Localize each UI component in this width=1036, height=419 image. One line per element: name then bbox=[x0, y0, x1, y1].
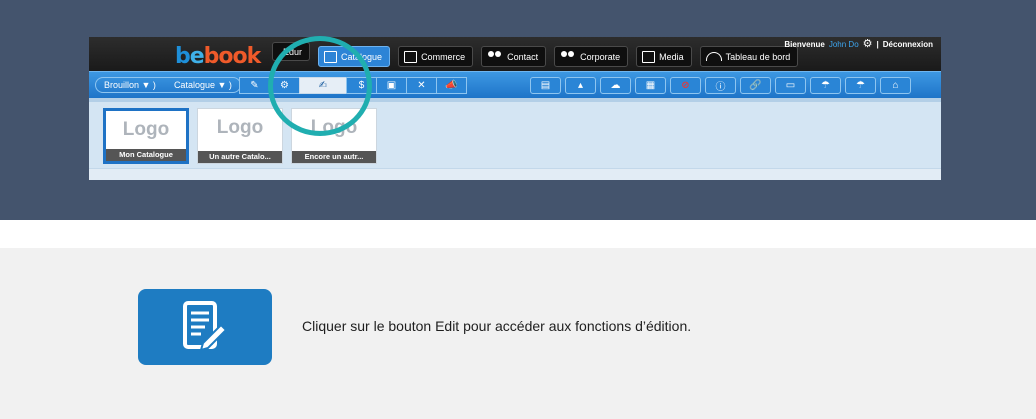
separator-band bbox=[0, 220, 1036, 248]
app-screenshot: bebook Edur Catalogue Commerce Contact C… bbox=[89, 37, 941, 180]
catalogue-logo: Logo bbox=[122, 119, 170, 140]
forbidden-icon[interactable]: ⊘ bbox=[670, 77, 701, 94]
nav-label: Contact bbox=[507, 51, 539, 62]
breadcrumb: Brouillon ▼ ) Catalogue ▼ ) bbox=[95, 77, 241, 93]
brand-letter-b: b bbox=[175, 44, 191, 69]
cloud-icon[interactable]: ☁ bbox=[600, 77, 631, 94]
corporate-people-icon bbox=[560, 50, 576, 63]
page-export-icon[interactable]: ▴ bbox=[565, 77, 596, 94]
nav-label: Corporate bbox=[580, 51, 621, 62]
cloud-upload-icon[interactable]: ☂ bbox=[845, 77, 876, 94]
tray-icon[interactable]: ⌂ bbox=[880, 77, 911, 94]
user-welcome: Bienvenue John Do ⚙ | Déconnexion bbox=[784, 39, 933, 50]
nav-commerce-button[interactable]: Commerce bbox=[398, 46, 474, 67]
nav-media-button[interactable]: Media bbox=[636, 46, 692, 67]
catalogue-logo: Logo bbox=[216, 117, 264, 138]
catalogue-search-icon[interactable]: ✎ bbox=[239, 77, 270, 94]
user-name-link[interactable]: John Do bbox=[829, 40, 859, 49]
nav-contact-button[interactable]: Contact bbox=[481, 46, 547, 67]
cloud-download-icon[interactable]: ☂ bbox=[810, 77, 841, 94]
brand-word: book bbox=[203, 44, 262, 69]
gauge-icon bbox=[705, 52, 722, 61]
megaphone-icon[interactable]: 📣 bbox=[436, 77, 467, 94]
info-icon[interactable]: ⓘ bbox=[705, 77, 736, 94]
image-icon bbox=[642, 50, 656, 63]
toolbar-right-group: ▤ ▴ ☁ ▦ ⊘ ⓘ 🔗 ▭ ☂ ☂ ⌂ bbox=[526, 77, 911, 94]
link-icon[interactable]: 🔗 bbox=[740, 77, 771, 94]
toolbar: Brouillon ▼ ) Catalogue ▼ ) ✎ ⚙ ✍ $ ▣ ✕ … bbox=[89, 71, 941, 98]
brand-logo[interactable]: bebook bbox=[175, 40, 262, 69]
gear-icon[interactable]: ⚙ bbox=[863, 39, 873, 50]
brand-letter-e: e bbox=[189, 44, 205, 69]
catalogue-caption: Encore un autr... bbox=[292, 151, 376, 163]
nav-label: Commerce bbox=[421, 51, 466, 62]
catalogue-list: Logo Mon Catalogue Logo Un autre Catalo.… bbox=[89, 98, 941, 168]
layout-icon[interactable]: ▭ bbox=[775, 77, 806, 94]
welcome-text: Bienvenue bbox=[784, 40, 825, 49]
image-icon[interactable]: ▣ bbox=[376, 77, 407, 94]
app-footer bbox=[89, 168, 941, 180]
nav-label: Media bbox=[659, 51, 684, 62]
pages-icon[interactable]: ▦ bbox=[635, 77, 666, 94]
logout-link[interactable]: Déconnexion bbox=[883, 40, 933, 49]
instruction-text: Cliquer sur le bouton Edit pour accéder … bbox=[302, 318, 692, 334]
catalogue-card[interactable]: Logo Mon Catalogue bbox=[103, 108, 189, 164]
breadcrumb-draft[interactable]: Brouillon ▼ ) bbox=[104, 80, 156, 90]
catalogue-caption: Un autre Catalo... bbox=[198, 151, 282, 163]
catalogue-caption: Mon Catalogue bbox=[106, 149, 186, 161]
breadcrumb-catalogue[interactable]: Catalogue ▼ ) bbox=[174, 80, 232, 90]
people-icon bbox=[487, 50, 503, 63]
tools-icon[interactable]: ✕ bbox=[406, 77, 437, 94]
catalogue-card[interactable]: Logo Un autre Catalo... bbox=[197, 108, 283, 164]
stop-glyph: ⊘ bbox=[681, 80, 690, 91]
app-header: bebook Edur Catalogue Commerce Contact C… bbox=[89, 37, 941, 71]
edit-icon bbox=[138, 289, 272, 365]
nav-corporate-button[interactable]: Corporate bbox=[554, 46, 629, 67]
nav-label: Tableau de bord bbox=[725, 51, 791, 62]
commerce-edit-icon bbox=[404, 50, 418, 63]
page-add-icon[interactable]: ▤ bbox=[530, 77, 561, 94]
separator: | bbox=[876, 40, 879, 49]
highlight-ring bbox=[268, 36, 372, 136]
